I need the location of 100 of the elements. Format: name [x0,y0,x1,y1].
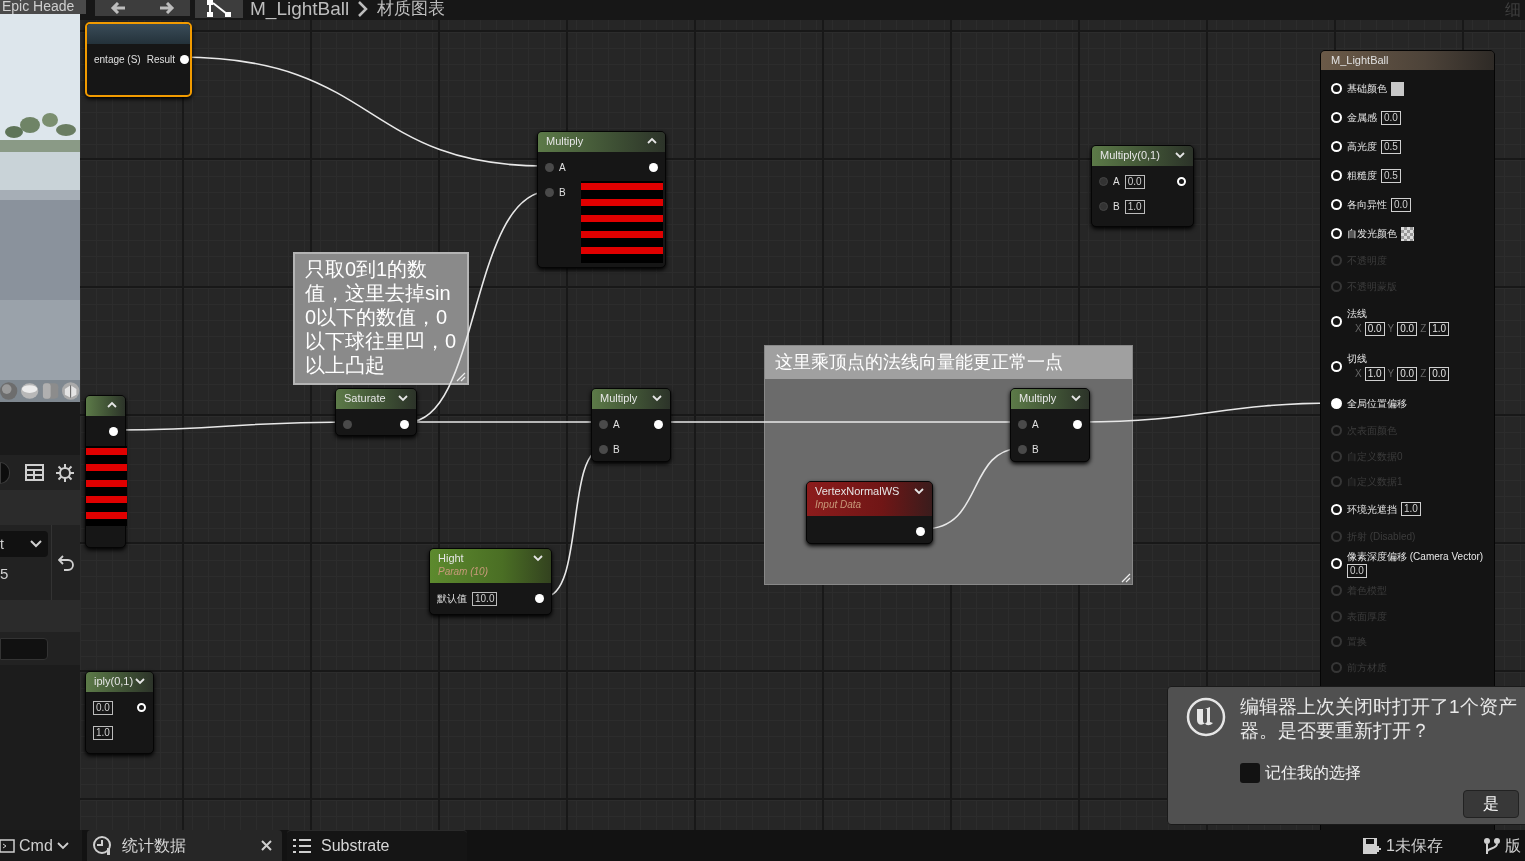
input-pin[interactable] [1331,425,1342,437]
node-title: Multiply [546,135,584,148]
undo-icon[interactable] [58,554,74,571]
color-swatch[interactable] [1401,226,1414,241]
value-field[interactable]: 10.0 [472,591,498,606]
input-pin[interactable] [1099,177,1108,186]
value-field[interactable]: 1.0 [1401,502,1421,516]
dialog-message: 器。是否要重新打开？ [1240,719,1431,743]
graph-node[interactable]: Multiply A B [591,388,671,462]
property-value: 5 [0,564,9,584]
node-title: Multiply [1019,392,1057,405]
chevron-up-icon[interactable] [107,401,117,409]
pin-label: 切线 [1347,352,1367,365]
value-field[interactable]: 1.0 [1364,366,1385,381]
input-pin[interactable] [1331,636,1342,648]
pin-label: A [1032,418,1039,432]
value-field[interactable]: 0.5 [1381,168,1401,183]
value-field[interactable]: 1.0 [1124,199,1145,214]
tab[interactable]: 统计数据 [87,830,282,861]
output-pin[interactable] [109,427,118,436]
input-pin[interactable] [1331,610,1342,622]
graph-icon[interactable] [205,0,233,18]
pin-label: 像素深度偏移 (Camera Vector) [1347,549,1484,563]
breadcrumb-item[interactable]: M_LightBall [250,0,350,19]
chevron-up-icon[interactable] [647,137,657,145]
input-pin[interactable] [599,445,608,454]
input-pin[interactable] [1018,445,1027,454]
resize-grip-icon[interactable] [1121,573,1131,583]
graph-node[interactable]: Hight Param (10) 默认值 10.0 [429,548,552,615]
input-pin[interactable] [1331,530,1342,542]
value-field[interactable]: 1.0 [1429,321,1450,336]
checkbox[interactable] [1240,763,1260,783]
graph-node[interactable]: Multiply A B [1010,388,1090,462]
graph-node[interactable]: iply(0,1) 0.0 1.0 [85,671,154,754]
input-field[interactable] [0,637,48,660]
value-field[interactable]: 0.0 [93,700,113,715]
pin-label: 法线 [1347,307,1367,320]
settings-icon[interactable] [55,462,75,483]
pin-label: 基础颜色 [1347,82,1387,95]
output-pin[interactable] [1073,420,1082,429]
save-icon [1362,836,1383,855]
panel-title: Epic Heade [0,0,86,14]
chevron-down-icon[interactable] [652,394,662,402]
input-pin[interactable] [599,420,608,429]
input-pin[interactable] [1099,202,1108,211]
input-pin[interactable] [1018,420,1027,429]
output-pin[interactable] [400,420,409,429]
node-title: iply(0,1) [94,675,134,688]
graph-node[interactable]: Saturate [335,388,417,436]
output-pin[interactable] [649,163,658,172]
search-field[interactable] [0,461,10,484]
input-pin[interactable] [343,420,352,429]
stats-icon [93,835,112,856]
input-pin[interactable] [1331,450,1342,462]
input-pin[interactable] [1331,476,1342,488]
input-pin[interactable] [1331,255,1342,267]
chevron-down-icon[interactable] [914,487,924,495]
console-dropdown[interactable]: Cmd [0,830,82,861]
version-control-button[interactable]: 版 [1483,830,1525,861]
value-field[interactable]: 0.5 [1381,139,1401,154]
value-field[interactable]: 0.0 [1429,366,1450,381]
pin-label: B [613,443,620,457]
graph-node[interactable] [85,395,126,548]
breadcrumb-item[interactable]: 材质图表 [377,0,446,19]
input-pin[interactable] [545,163,554,172]
chevron-down-icon[interactable] [398,394,408,402]
value-field[interactable]: 1.0 [93,725,113,740]
value-field[interactable]: 0.0 [1397,321,1418,336]
output-pin[interactable] [137,703,146,712]
graph-node[interactable]: Multiply(0,1) A 0.0 B 1.0 [1091,145,1194,227]
chevron-down-icon[interactable] [135,677,145,685]
graph-node[interactable]: VertexNormalWS Input Data [806,481,933,544]
output-pin[interactable] [654,420,663,429]
input-pin[interactable] [1331,280,1342,292]
input-pin[interactable] [545,188,554,197]
plane-icon[interactable] [20,381,40,401]
color-swatch[interactable] [1391,81,1404,96]
graph-node[interactable]: Multiply A B [537,131,666,268]
chevron-down-icon[interactable] [533,554,543,562]
value-field[interactable]: 0.0 [1397,366,1418,381]
input-pin[interactable] [1331,661,1342,673]
resize-grip-icon[interactable] [456,372,466,382]
chevron-down-icon[interactable] [1175,151,1185,159]
value-field[interactable]: 0.0 [1124,174,1145,189]
graph-node[interactable]: entage (S) Result [85,22,192,97]
value-field[interactable]: 0.0 [1347,563,1367,578]
dropdown[interactable]: t [0,531,48,557]
unsaved-button[interactable]: 1未保存 [1362,830,1483,861]
value-field[interactable]: 0.0 [1364,321,1385,336]
close-icon[interactable] [261,840,272,851]
output-pin[interactable] [916,527,925,536]
output-pin[interactable] [180,55,190,64]
output-pin[interactable] [1177,177,1186,186]
output-pin[interactable] [535,594,544,603]
value-field[interactable]: 0.0 [1391,197,1411,212]
input-pin[interactable] [1331,585,1342,597]
chevron-down-icon[interactable] [1071,394,1081,402]
yes-button[interactable]: 是 [1463,790,1519,818]
value-field[interactable]: 0.0 [1381,110,1401,125]
table-icon[interactable] [25,464,44,481]
